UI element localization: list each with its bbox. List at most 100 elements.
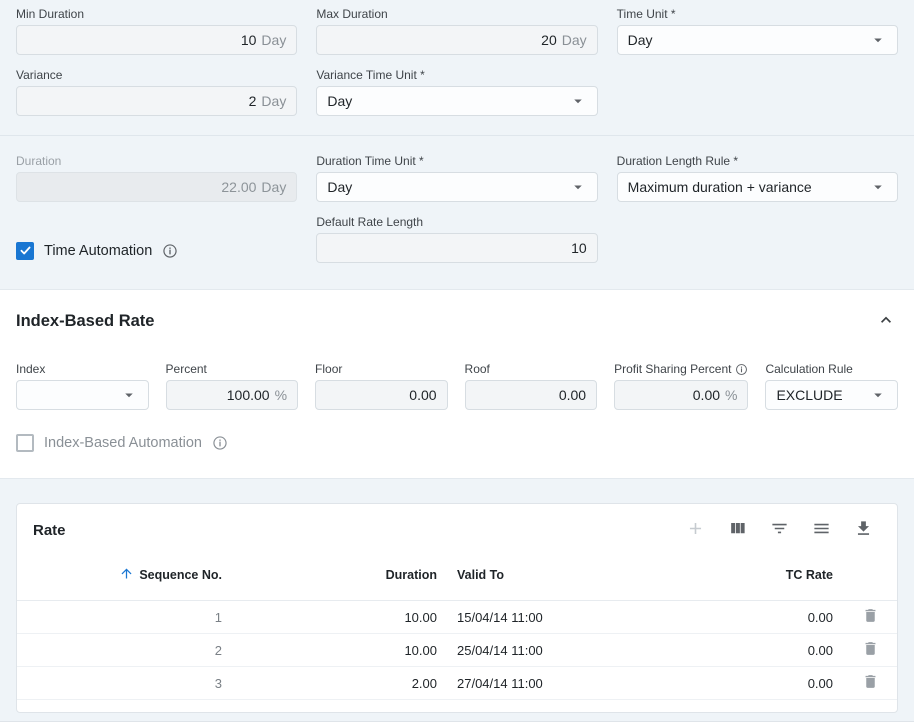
default-rate-length-field: Default Rate Length 10 — [316, 215, 597, 263]
duration-time-unit-select[interactable]: Day — [316, 172, 597, 202]
download-icon — [854, 519, 873, 541]
column-header-actions — [843, 554, 897, 601]
index-based-rate-section: Index-Based Rate Index Percent 100.00 % — [0, 289, 914, 479]
filter-button[interactable] — [770, 519, 789, 541]
index-label: Index — [16, 362, 149, 376]
time-automation-label: Time Automation — [44, 243, 152, 259]
min-duration-input[interactable]: 10 Day — [16, 25, 297, 55]
trash-icon — [862, 640, 879, 660]
add-row-button[interactable] — [686, 519, 705, 541]
time-automation-checkbox[interactable] — [16, 242, 34, 260]
duration-label: Duration — [16, 154, 297, 168]
section-divider — [0, 135, 914, 136]
rate-table: Sequence No. Duration Valid To TC Rate 1… — [17, 554, 897, 700]
chevron-down-icon — [869, 178, 887, 196]
columns-button[interactable] — [728, 519, 747, 541]
column-header-tc-rate[interactable]: TC Rate — [628, 554, 843, 601]
default-rate-length-input[interactable]: 10 — [316, 233, 597, 263]
profit-sharing-percent-label: Profit Sharing Percent — [614, 362, 748, 376]
percent-field: Percent 100.00 % — [166, 362, 299, 410]
time-automation-row: Time Automation — [16, 238, 297, 263]
variance-time-unit-label: Variance Time Unit * — [316, 68, 597, 82]
percent-label: Percent — [166, 362, 299, 376]
calculation-rule-label: Calculation Rule — [765, 362, 898, 376]
delete-row-button[interactable] — [860, 671, 881, 695]
rate-card-title: Rate — [33, 522, 66, 539]
variance-time-unit-field: Variance Time Unit * Day — [316, 68, 597, 116]
table-row: 1 10.00 15/04/14 11:00 0.00 — [17, 601, 897, 634]
duration-time-unit-label: Duration Time Unit * — [316, 154, 597, 168]
max-duration-input[interactable]: 20 Day — [316, 25, 597, 55]
profit-sharing-percent-input[interactable]: 0.00 % — [614, 380, 748, 410]
delete-row-button[interactable] — [860, 638, 881, 662]
index-field: Index — [16, 362, 149, 410]
section-title: Index-Based Rate — [16, 312, 154, 331]
variance-field: Variance 2 Day — [16, 68, 297, 116]
max-duration-field: Max Duration 20 Day — [316, 7, 597, 55]
form-row-3: Duration 22.00 Day Duration Time Unit * … — [0, 154, 914, 202]
index-based-automation-row: Index-Based Automation — [0, 434, 914, 452]
delete-row-button[interactable] — [860, 605, 881, 629]
percent-input[interactable]: 100.00 % — [166, 380, 299, 410]
info-icon[interactable] — [162, 243, 178, 259]
min-duration-label: Min Duration — [16, 7, 297, 21]
calculation-rule-select[interactable]: EXCLUDE — [765, 380, 898, 410]
chevron-up-icon — [876, 310, 896, 333]
duration-form-section: Min Duration 10 Day Max Duration 20 Day … — [0, 0, 914, 289]
density-icon — [812, 519, 831, 541]
rate-toolbar — [686, 519, 881, 541]
time-unit-field: Time Unit * Day — [617, 7, 898, 55]
duration-length-rule-select[interactable]: Maximum duration + variance — [617, 172, 898, 202]
index-based-automation-checkbox — [16, 434, 34, 452]
variance-time-unit-select[interactable]: Day — [316, 86, 597, 116]
rate-card-header: Rate — [17, 504, 897, 554]
chevron-down-icon — [120, 386, 138, 404]
info-icon[interactable] — [212, 435, 228, 451]
table-header-row: Sequence No. Duration Valid To TC Rate — [17, 554, 897, 601]
sort-ascending-icon — [119, 566, 134, 584]
chevron-down-icon — [569, 92, 587, 110]
collapse-section-button[interactable] — [874, 308, 898, 335]
next-section-edge — [0, 721, 914, 727]
column-header-duration[interactable]: Duration — [232, 554, 447, 601]
profit-sharing-percent-field: Profit Sharing Percent 0.00 % — [614, 362, 748, 410]
duration-length-rule-field: Duration Length Rule * Maximum duration … — [617, 154, 898, 202]
columns-icon — [728, 519, 747, 541]
index-based-rate-header: Index-Based Rate — [0, 308, 914, 335]
time-unit-select[interactable]: Day — [617, 25, 898, 55]
duration-time-unit-field: Duration Time Unit * Day — [316, 154, 597, 202]
chevron-down-icon — [869, 386, 887, 404]
duration-input: 22.00 Day — [16, 172, 297, 202]
rate-card: Rate — [16, 503, 898, 713]
download-button[interactable] — [854, 519, 873, 541]
index-based-automation-label: Index-Based Automation — [44, 435, 202, 451]
plus-icon — [686, 519, 705, 541]
form-row-2: Variance 2 Day Variance Time Unit * Day — [0, 68, 914, 116]
default-rate-length-label: Default Rate Length — [316, 215, 597, 229]
floor-label: Floor — [315, 362, 448, 376]
floor-input[interactable]: 0.00 — [315, 380, 448, 410]
calculation-rule-field: Calculation Rule EXCLUDE — [765, 362, 898, 410]
density-button[interactable] — [812, 519, 831, 541]
table-row: 2 10.00 25/04/14 11:00 0.00 — [17, 634, 897, 667]
duration-field: Duration 22.00 Day — [16, 154, 297, 202]
form-row-4: Time Automation Default Rate Length 10 — [0, 215, 914, 263]
filter-icon — [770, 519, 789, 541]
column-header-valid-to[interactable]: Valid To — [447, 554, 628, 601]
trash-icon — [862, 607, 879, 627]
floor-field: Floor 0.00 — [315, 362, 448, 410]
form-row-1: Min Duration 10 Day Max Duration 20 Day … — [0, 7, 914, 55]
min-duration-field: Min Duration 10 Day — [16, 7, 297, 55]
roof-field: Roof 0.00 — [465, 362, 598, 410]
time-unit-label: Time Unit * — [617, 7, 898, 21]
duration-length-rule-label: Duration Length Rule * — [617, 154, 898, 168]
trash-icon — [862, 673, 879, 693]
index-select[interactable] — [16, 380, 149, 410]
variance-input[interactable]: 2 Day — [16, 86, 297, 116]
roof-input[interactable]: 0.00 — [465, 380, 598, 410]
column-header-sequence[interactable]: Sequence No. — [17, 554, 232, 601]
index-fields-row: Index Percent 100.00 % Floor 0.00 Roof — [0, 362, 914, 410]
max-duration-label: Max Duration — [316, 7, 597, 21]
info-icon[interactable] — [735, 363, 748, 376]
chevron-down-icon — [869, 31, 887, 49]
